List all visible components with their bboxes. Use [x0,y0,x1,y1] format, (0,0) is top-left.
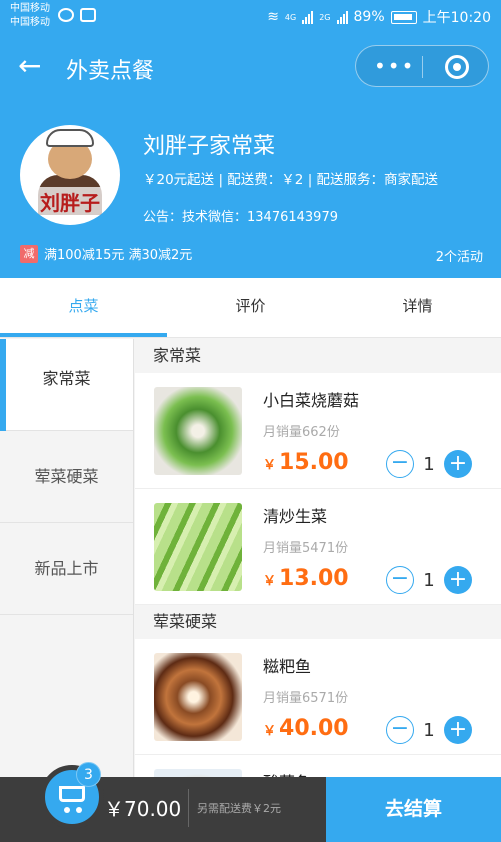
carrier-2: 中国移动 [10,17,50,28]
battery-percent: 89% [353,9,385,25]
dish-image[interactable] [154,653,242,741]
activity-count-link[interactable]: 2个活动 [436,246,483,265]
cart-total: ￥70.00 [104,797,182,821]
currency-symbol: ￥ [263,574,277,589]
category-item-new[interactable]: 新品上市 [0,523,133,615]
signal-icon [302,10,314,24]
carrier-1: 中国移动 [10,3,50,14]
quantity-stepper: − 1 + [386,450,472,478]
status-right: ≋ 4G 2G 89% 上午10:20 [267,7,491,27]
shop-name: 刘胖子家常菜 [143,134,276,159]
delivery-fee-note: 另需配送费￥2元 [197,802,281,815]
clock: 上午10:20 [422,10,491,26]
price-value: 40.00 [279,716,349,741]
dish-image[interactable] [154,503,242,591]
discount-tag: 减 [20,244,38,263]
dish-price: ￥ 40.00 [263,716,349,741]
dish-item: 糍粑鱼 月销量6571份 ￥ 40.00 − 1 + [135,639,501,755]
currency-symbol: ￥ [263,724,277,739]
plus-button[interactable]: + [444,716,472,744]
target-icon[interactable] [445,55,469,79]
shop-delivery-info: ￥20元起送 | 配送费：￥2 | 配送服务：商家配送 [143,172,439,188]
section-title: 荤菜硬菜 [135,605,501,639]
dish-price: ￥ 13.00 [263,566,349,591]
cart-count-badge: 3 [76,762,101,787]
infinity-icon [58,8,74,22]
dish-sales: 月销量6571份 [263,691,349,706]
tab-reviews[interactable]: 评价 [167,278,334,337]
minus-button[interactable]: − [386,450,414,478]
dish-list[interactable]: 家常菜 小白菜烧蘑菇 月销量662份 ￥ 15.00 − 1 + 清炒生菜 月销量… [135,339,501,777]
quantity-value: 1 [423,569,435,591]
shop-header: 刘胖子 刘胖子家常菜 ￥20元起送 | 配送费：￥2 | 配送服务：商家配送 公… [0,100,501,278]
quantity-value: 1 [423,719,435,741]
price-value: 13.00 [279,566,349,591]
nav-bar: ← 外卖点餐 ••• [0,34,501,100]
dish-name: 小白菜烧蘑菇 [263,391,360,410]
chef-hat-shape [46,129,94,147]
quantity-stepper: − 1 + [386,716,472,744]
tab-bar: 点菜 评价 详情 [0,278,501,338]
shop-logo: 刘胖子 [20,125,120,225]
app-notify-icon [80,8,96,22]
battery-icon [390,10,417,24]
section-title: 家常菜 [135,339,501,373]
dish-price: ￥ 15.00 [263,450,349,475]
dish-name: 糍粑鱼 [263,657,312,676]
dish-image[interactable] [154,769,242,777]
plus-button[interactable]: + [444,450,472,478]
cart-divider [188,789,189,827]
dish-name: 清炒生菜 [263,507,328,526]
currency-symbol: ￥ [263,458,277,473]
quantity-stepper: − 1 + [386,566,472,594]
quantity-value: 1 [423,453,435,475]
capsule-divider [422,56,423,78]
minus-button[interactable]: − [386,566,414,594]
tab-order[interactable]: 点菜 [0,278,167,337]
checkout-button[interactable]: 去结算 [326,777,501,842]
shop-notice: 公告：技术微信：13476143979 [143,210,338,225]
dish-item: 酸菜鱼 [135,755,501,777]
promo-text: 满100减15元 满30减2元 [44,248,193,263]
arrow-left-icon[interactable]: ← [18,50,41,82]
more-dots-icon[interactable]: ••• [374,56,415,76]
shopping-cart-icon [59,786,85,813]
dish-sales: 月销量5471份 [263,541,349,556]
network-2: 2G [319,12,331,22]
page-title: 外卖点餐 [66,59,155,84]
logo-text: 刘胖子 [20,187,120,216]
status-bar: 中国移动 中国移动 ≋ 4G 2G 89% 上午10:20 [0,0,501,34]
category-item-home[interactable]: 家常菜 [0,339,133,431]
price-value: 15.00 [279,450,349,475]
network-1: 4G [284,12,297,22]
plus-button[interactable]: + [444,566,472,594]
wifi-icon: ≋ [267,9,279,25]
signal-icon-2 [336,10,348,24]
dish-image[interactable] [154,387,242,475]
mini-program-capsule: ••• [355,45,489,87]
category-list: 家常菜 荤菜硬菜 新品上市 [0,339,134,777]
dish-item: 小白菜烧蘑菇 月销量662份 ￥ 15.00 − 1 + [135,373,501,489]
dish-name: 酸菜鱼 [263,769,311,777]
category-item-meat[interactable]: 荤菜硬菜 [0,431,133,523]
dish-sales: 月销量662份 [263,425,340,440]
minus-button[interactable]: − [386,716,414,744]
dish-item: 清炒生菜 月销量5471份 ￥ 13.00 − 1 + [135,489,501,605]
promo-row: 减 满100减15元 满30减2元 [20,244,192,263]
tab-details[interactable]: 详情 [334,278,501,337]
